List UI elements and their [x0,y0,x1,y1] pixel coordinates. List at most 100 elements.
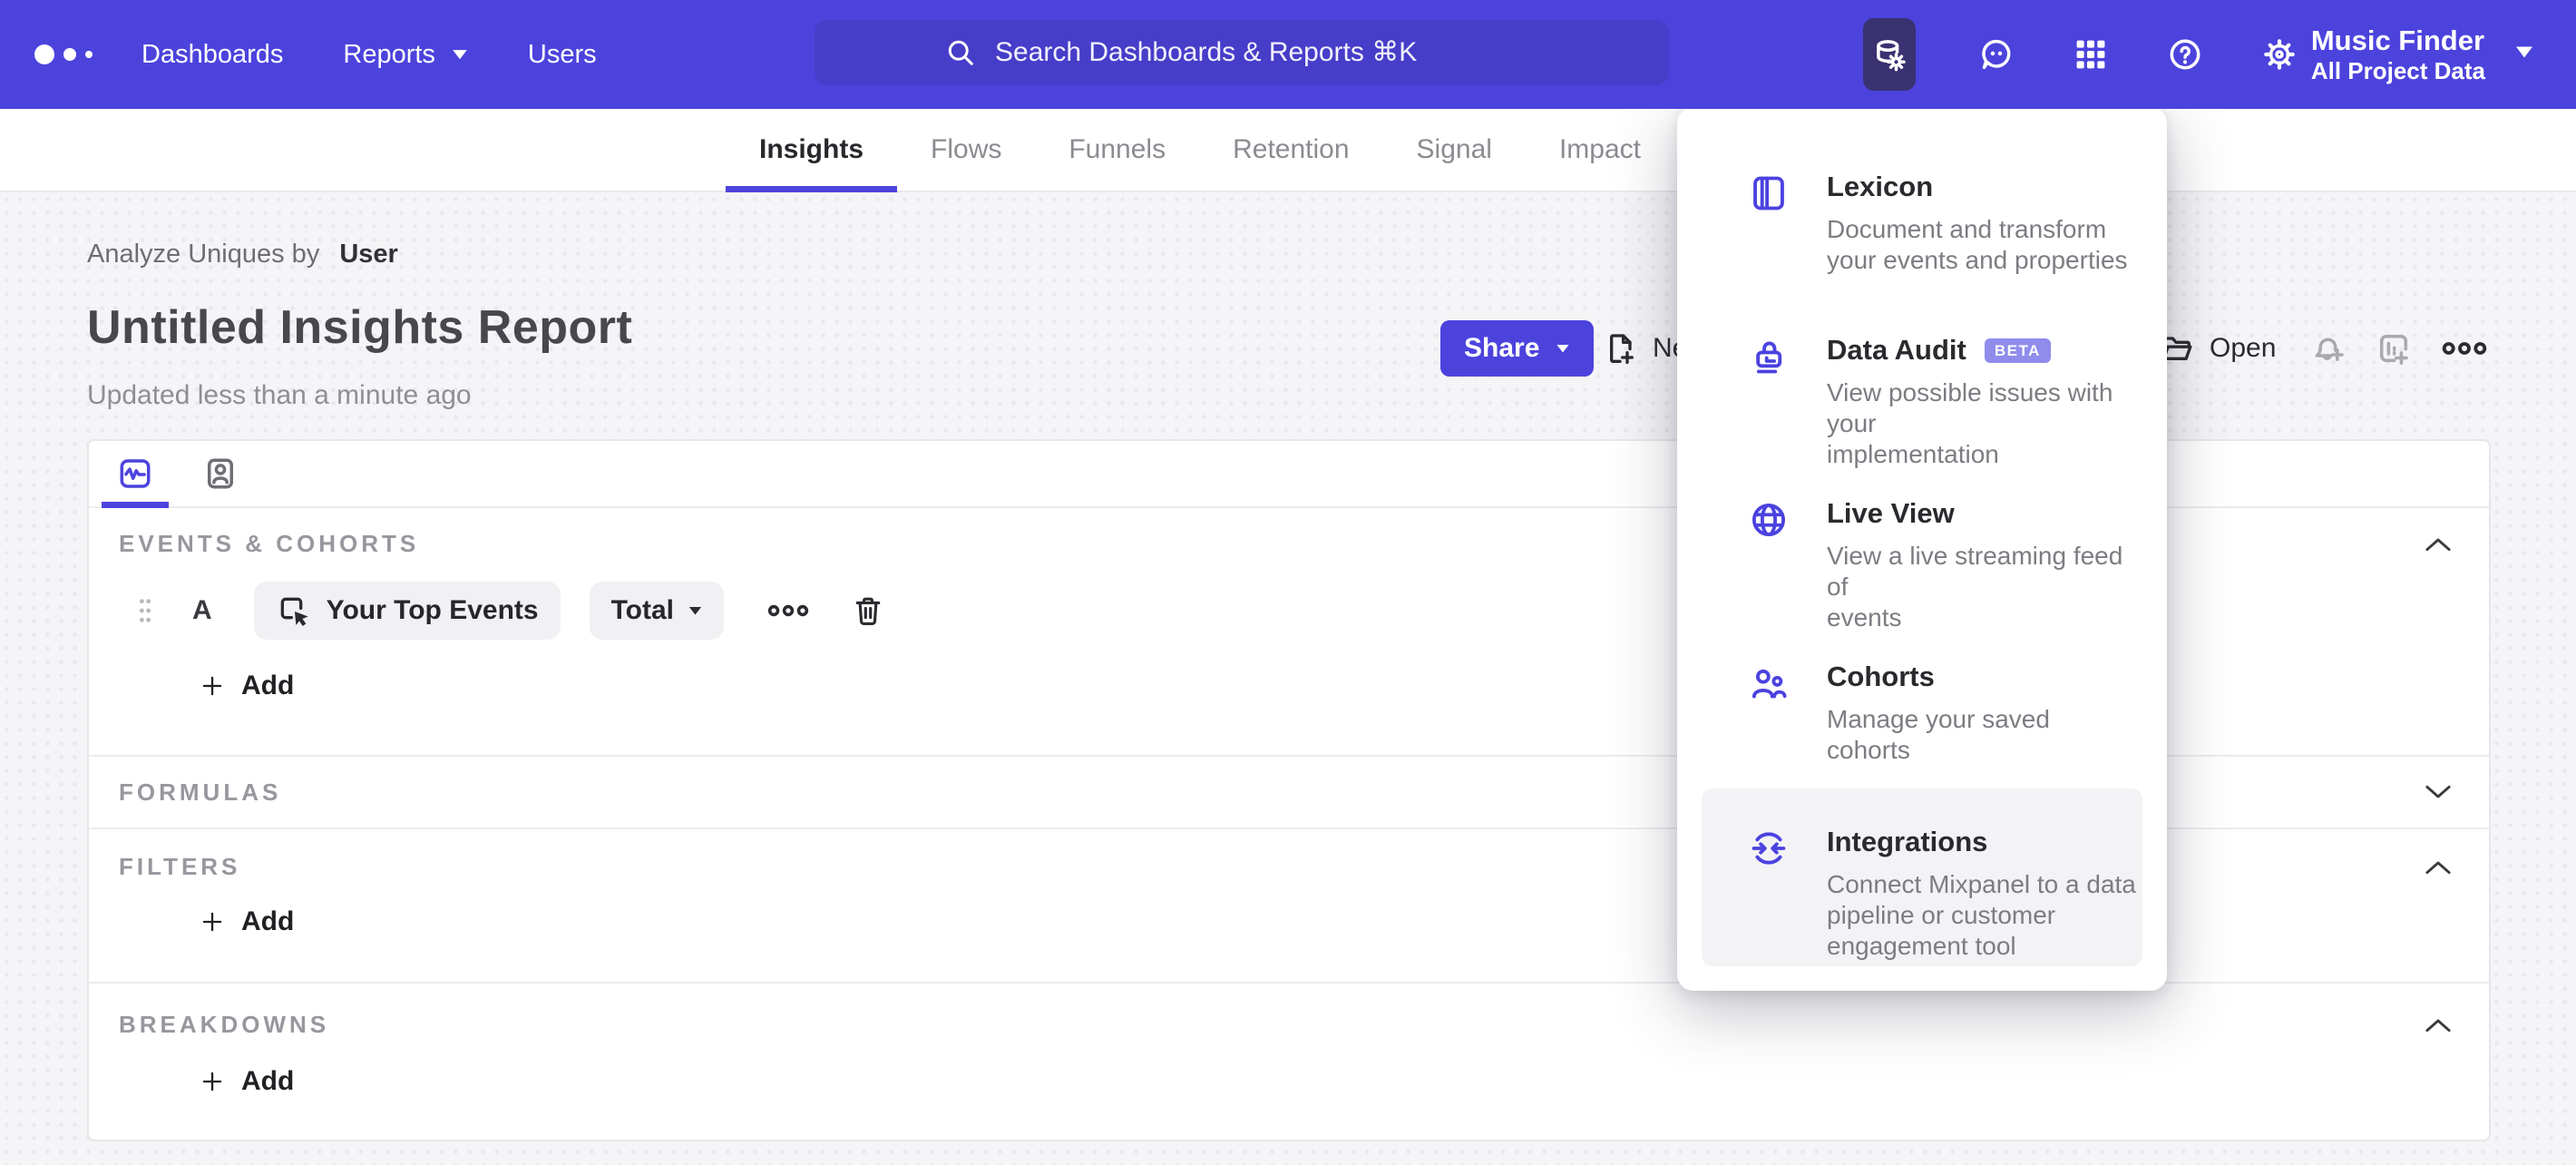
menu-item-description: View possible issues with your implement… [1827,378,2113,468]
more-options-button[interactable] [2442,338,2487,358]
mixpanel-logo-icon[interactable] [34,44,111,64]
help-button[interactable] [2166,35,2204,73]
breakdowns-label: BREAKDOWNS [119,1011,330,1038]
metrics-tab-icon [120,459,151,488]
data-audit-icon [1748,336,1790,377]
tab-signal[interactable]: Signal [1383,109,1526,191]
project-caret-down-icon[interactable] [2514,45,2534,64]
project-selector[interactable]: Music Finder All Project Data [2311,24,2485,85]
nav-item-dashboards[interactable]: Dashboards [141,40,283,70]
metric-value: Total [610,595,675,625]
chevron-up-icon [2425,1019,2451,1032]
add-breakdown-button[interactable]: Add [200,1066,2454,1097]
chevron-up-icon [2425,538,2451,551]
menu-item-title: Cohorts [1827,661,1935,692]
help-icon [2170,39,2200,70]
beta-badge: BETA [1984,338,2051,363]
menu-item-data-audit[interactable]: Data Audit BETA View possible issues wit… [1748,334,2140,470]
more-icon [2442,342,2487,355]
search-input[interactable] [995,37,1539,68]
analyze-label: Analyze Uniques by [87,240,320,269]
data-management-button[interactable] [1862,18,1916,91]
share-button[interactable]: Share [1440,320,1595,377]
analyze-value-dropdown[interactable]: User [339,240,398,269]
collapse-filters-button[interactable] [2422,858,2454,876]
feedback-button[interactable] [1977,35,2015,73]
analyze-line: Analyze Uniques by User [87,240,632,269]
trash-icon [855,597,881,625]
tab-events-metrics[interactable] [102,441,169,508]
menu-item-title: Live View [1827,497,1955,529]
tab-funnels[interactable]: Funnels [1035,109,1199,191]
menu-item-lexicon[interactable]: Lexicon Document and transform your even… [1748,171,2140,276]
filters-label: FILTERS [119,853,241,880]
menu-item-description: Document and transform your events and p… [1827,215,2128,274]
menu-item-cohorts[interactable]: Cohorts Manage your saved cohorts [1748,661,2140,766]
menu-item-live-view[interactable]: Live View View a live streaming feed of … [1748,497,2140,633]
chevron-up-icon [2425,861,2451,874]
add-to-board-button[interactable] [2375,329,2413,367]
global-search[interactable] [815,20,1669,85]
series-letter: A [192,595,212,625]
tab-retention[interactable]: Retention [1199,109,1382,191]
data-management-menu: Lexicon Document and transform your even… [1677,107,2167,991]
menu-item-integrations[interactable]: Integrations Connect Mixpanel to a data … [1748,826,2140,962]
report-tabbar: Insights Flows Funnels Retention Signal … [0,109,2576,192]
cohorts-icon [1748,662,1790,704]
menu-item-description: View a live streaming feed of events [1827,542,2123,631]
tab-flows[interactable]: Flows [897,109,1035,191]
add-to-board-icon [2379,334,2408,365]
live-view-icon [1748,499,1790,541]
menu-item-title: Data Audit [1827,334,1966,366]
tab-insights[interactable]: Insights [726,109,898,192]
apps-grid-icon [2076,40,2105,69]
open-report-button[interactable]: Open [2159,330,2276,367]
tab-user-profiles[interactable] [201,441,239,506]
data-settings-icon [1877,40,1906,72]
collapse-events-button[interactable] [2422,535,2454,553]
menu-item-title: Integrations [1827,826,1988,857]
chevron-down-icon [2425,785,2451,798]
caret-down-icon [453,49,467,59]
updated-timestamp: Updated less than a minute ago [87,380,472,410]
new-report-icon [1610,334,1634,364]
section-breakdowns: BREAKDOWNS Add [89,982,2489,1138]
subscribe-bell-icon [2315,338,2344,361]
event-selector[interactable]: Your Top Events [253,582,561,640]
metric-selector[interactable]: Total [589,582,725,640]
search-icon [948,40,973,65]
collapse-breakdowns-button[interactable] [2422,1016,2454,1034]
menu-item-description: Manage your saved cohorts [1827,705,2050,764]
lexicon-icon [1748,172,1790,214]
page-title[interactable]: Untitled Insights Report [87,300,632,355]
menu-item-title: Lexicon [1827,171,1934,202]
apps-grid-button[interactable] [2072,35,2110,73]
nav-item-reports[interactable]: Reports [343,40,468,70]
project-scope: All Project Data [2310,57,2485,84]
profiles-tab-icon [208,458,233,489]
tab-impact[interactable]: Impact [1526,109,1674,191]
more-icon [767,604,809,617]
report-header: Analyze Uniques by User Untitled Insight… [87,240,632,411]
plus-icon [202,1072,222,1092]
settings-button[interactable] [2260,35,2298,73]
subscribe-bell-button[interactable] [2309,329,2347,367]
drag-handle-icon[interactable] [138,597,152,624]
caret-down-icon [688,606,702,615]
series-more-button[interactable] [767,602,809,620]
settings-gear-icon [2264,39,2295,70]
formulas-label: FORMULAS [119,778,282,806]
delete-series-button[interactable] [851,593,885,628]
plus-icon [202,912,222,932]
event-click-icon [280,597,308,626]
nav-item-users[interactable]: Users [528,40,597,70]
expand-formulas-button[interactable] [2422,783,2454,801]
project-name: Music Finder [2310,24,2485,56]
content-area: Analyze Uniques by User Untitled Insight… [0,192,2576,1165]
mixpanel-app: Dashboards Reports Users Search Dashboar… [0,0,2576,1165]
event-name: Your Top Events [326,595,539,625]
menu-item-description: Connect Mixpanel to a data pipeline or c… [1827,870,2136,960]
plus-icon [202,676,222,696]
events-cohorts-label: EVENTS & COHORTS [119,530,420,557]
feedback-icon [1982,39,2011,70]
